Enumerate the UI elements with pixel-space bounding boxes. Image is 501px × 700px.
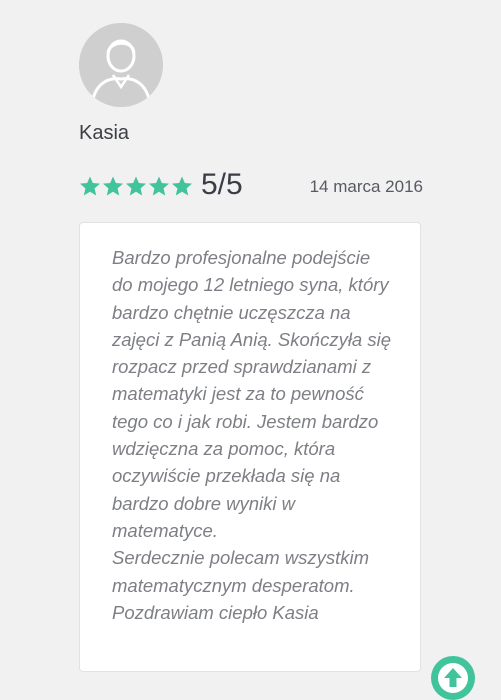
- review-text-line: matematyki jest za to pewność: [112, 383, 364, 405]
- review-text-line: rozpacz przed sprawdzianami z: [112, 356, 372, 378]
- review-text-line: tego co i jak robi. Jestem bardzo: [112, 410, 379, 432]
- review-date: 14 marca 2016: [309, 177, 423, 196]
- star-icon: [148, 176, 170, 196]
- rating-score: 5/5: [201, 168, 243, 201]
- star-icon: [79, 176, 101, 196]
- review-text-line: bardzo chętnie uczęszcza na: [112, 301, 351, 323]
- review-text-line: matematyce.: [112, 519, 218, 541]
- rating-row: 5/5 14 marca 2016: [79, 168, 423, 206]
- review-card: Bardzo profesjonalne podejście do mojego …: [79, 222, 421, 672]
- star-icon: [102, 176, 124, 196]
- review-text-line: Bardzo profesjonalne podejście: [112, 247, 371, 268]
- review-text-line: oczywiście przekłada się na: [112, 465, 341, 487]
- user-silhouette-icon: [79, 23, 163, 107]
- review-text-line: zajęci z Panią Anią. Skończyła się: [112, 328, 392, 350]
- review-text-line: Pozdrawiam ciepło Kasia: [112, 601, 319, 623]
- review-text: Bardzo profesjonalne podejście do mojego …: [112, 244, 402, 626]
- review-text-line: Serdecznie polecam wszystkim: [112, 547, 370, 569]
- star-icon: [125, 176, 147, 196]
- arrow-up-icon: [438, 663, 468, 693]
- review-text-line: do mojego 12 letniego syna, który: [112, 274, 389, 296]
- review-text-line: bardzo dobre wyniki w: [112, 492, 296, 514]
- star-rating: [79, 176, 193, 197]
- avatar: [79, 23, 163, 107]
- review-text-line: wdzięczna za pomoc, która: [112, 438, 336, 460]
- review-text-line: matematycznym desperatom.: [112, 574, 355, 596]
- scroll-to-top-button[interactable]: [431, 656, 475, 700]
- star-icon: [171, 176, 193, 196]
- reviewer-name: Kasia: [79, 122, 130, 144]
